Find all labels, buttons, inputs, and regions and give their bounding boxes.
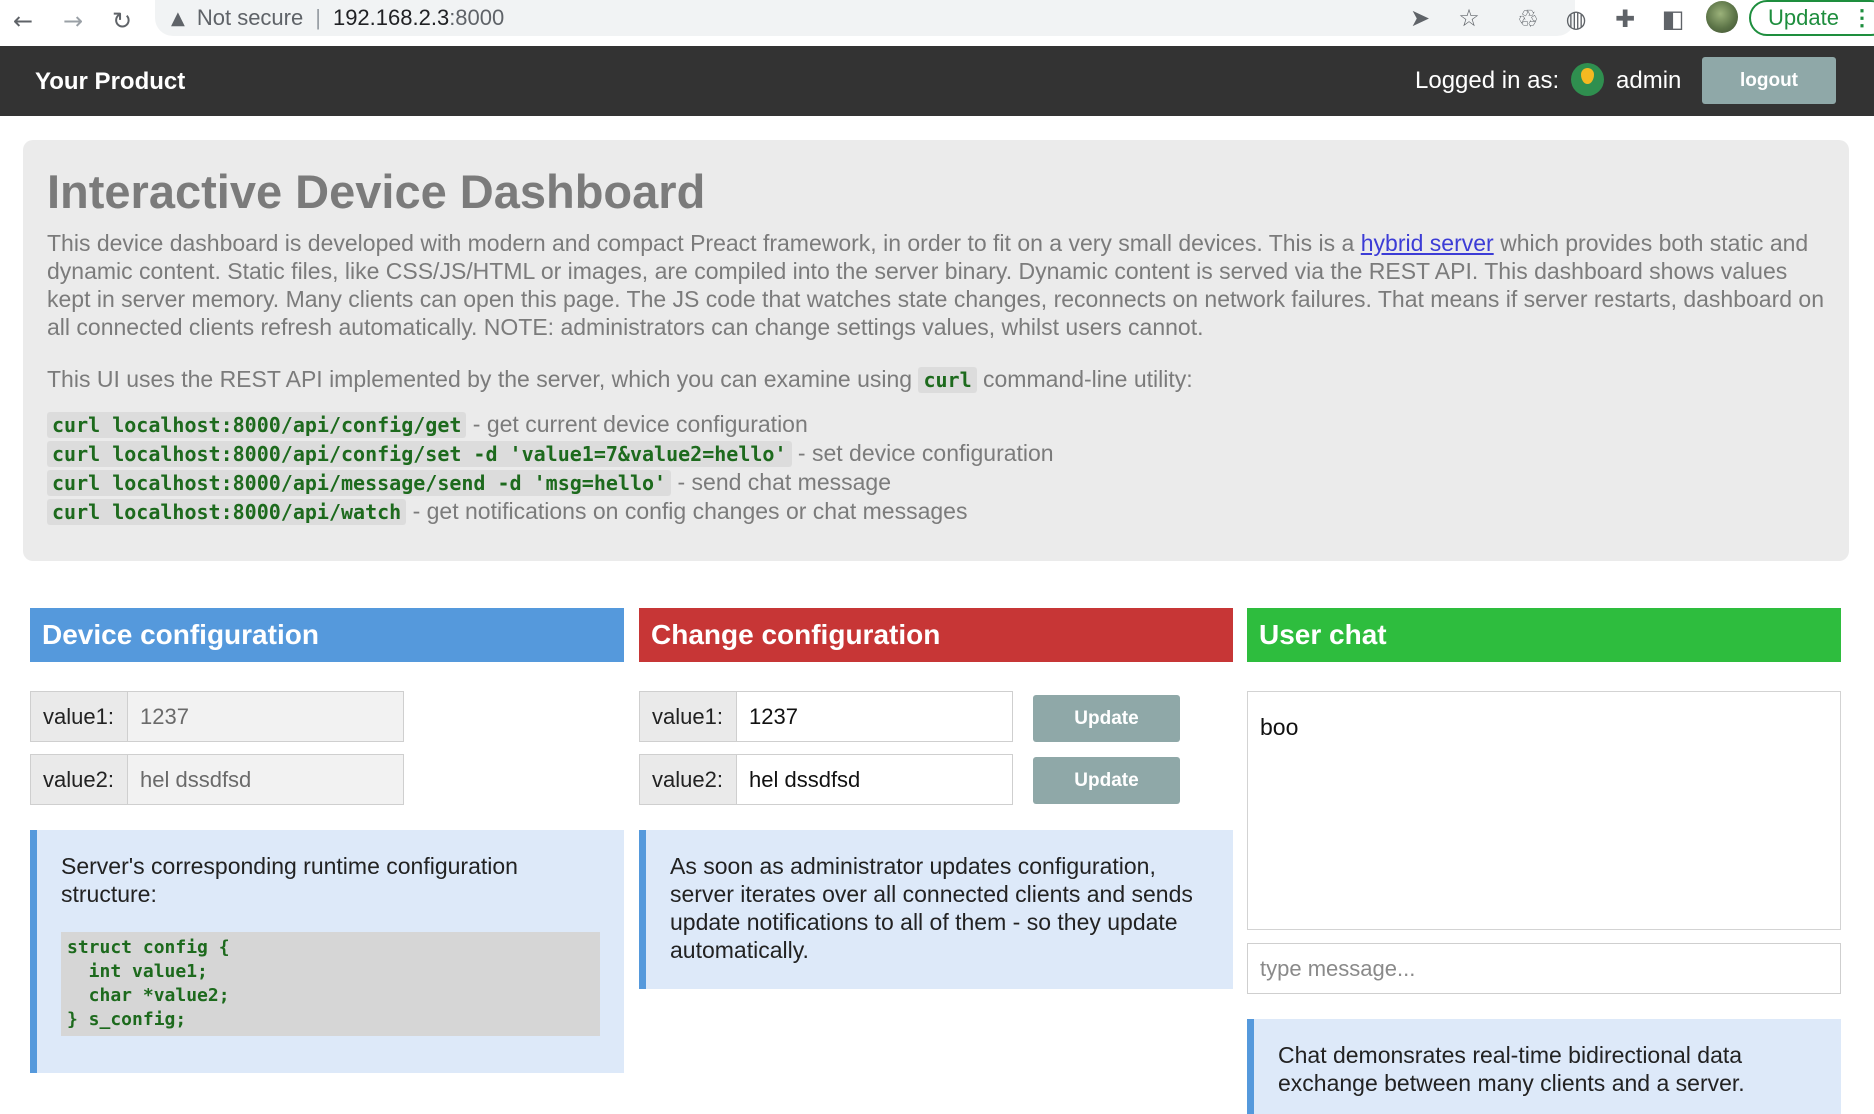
device-value2-label: value2: xyxy=(30,754,128,805)
address-bar[interactable]: ▲ Not secure | 192.168.2.3:8000 xyxy=(155,0,1575,36)
change-value2-input[interactable] xyxy=(737,754,1013,805)
change-value1-input[interactable] xyxy=(737,691,1013,742)
device-value2-row: value2: hel dssdfsd xyxy=(30,754,404,805)
command-desc: - get current device configuration xyxy=(466,411,808,437)
device-value1-field: 1237 xyxy=(128,691,404,742)
chat-messages[interactable]: boo xyxy=(1247,691,1841,930)
change-config-title: Change configuration xyxy=(639,608,1233,662)
chat-note: Chat demonsrates real-time bidirectional… xyxy=(1247,1019,1841,1114)
intro-panel: Interactive Device Dashboard This device… xyxy=(23,140,1849,561)
url-host: 192.168.2.3 xyxy=(332,5,450,30)
curl-code: curl xyxy=(918,367,977,393)
chat-message-input[interactable] xyxy=(1247,943,1841,994)
extension-globe-icon[interactable]: ◍ xyxy=(1559,2,1593,36)
user-chat-title: User chat xyxy=(1247,608,1841,662)
url-port: :8000 xyxy=(449,5,505,30)
change-value2-label: value2: xyxy=(639,754,737,805)
menu-dots-icon: ⋮ xyxy=(1850,5,1873,30)
command-row: curl localhost:8000/api/watch - get noti… xyxy=(47,497,1825,526)
top-navbar: Your Product Logged in as: admin logout xyxy=(0,46,1874,116)
config-struct-code: struct config { int value1; char *value2… xyxy=(61,932,600,1036)
config-structure-note: Server's corresponding runtime configura… xyxy=(30,830,624,1073)
change-config-panel: Change configuration value1: Update valu… xyxy=(639,608,1233,989)
command-desc: - send chat message xyxy=(671,469,891,495)
back-arrow-icon[interactable]: ← xyxy=(6,4,40,38)
intro-text-start: This device dashboard is developed with … xyxy=(47,230,1361,256)
side-panel-icon[interactable]: ◧ xyxy=(1656,2,1690,36)
command-desc: - get notifications on config changes or… xyxy=(406,498,968,524)
update-value1-button[interactable]: Update xyxy=(1033,695,1180,742)
device-config-title: Device configuration xyxy=(30,608,624,662)
command-list: curl localhost:8000/api/config/get - get… xyxy=(47,410,1825,526)
update-value2-button[interactable]: Update xyxy=(1033,757,1180,804)
browser-update-button[interactable]: Update ⋮ xyxy=(1749,0,1874,36)
command-row: curl localhost:8000/api/message/send -d … xyxy=(47,468,1825,497)
brand-name[interactable]: Your Product xyxy=(35,68,185,96)
intro-paragraph: This device dashboard is developed with … xyxy=(47,229,1825,341)
rest-api-text-start: This UI uses the REST API implemented by… xyxy=(47,366,919,392)
logged-in-label: Logged in as: xyxy=(1415,67,1560,94)
rest-api-paragraph: This UI uses the REST API implemented by… xyxy=(47,365,1825,394)
command-row: curl localhost:8000/api/config/set -d 'v… xyxy=(47,439,1825,468)
change-value1-row: value1: xyxy=(639,691,1013,742)
config-structure-text: Server's corresponding runtime configura… xyxy=(61,853,518,907)
bookmark-star-icon[interactable]: ☆ xyxy=(1453,2,1485,34)
warning-icon: ▲ xyxy=(171,7,185,29)
command-code: curl localhost:8000/api/watch xyxy=(47,499,407,525)
device-config-panel: Device configuration value1: 1237 value2… xyxy=(30,608,624,1073)
hybrid-server-link[interactable]: hybrid server xyxy=(1361,230,1494,256)
change-value1-label: value1: xyxy=(639,691,737,742)
device-value1-row: value1: 1237 xyxy=(30,691,404,742)
command-code: curl localhost:8000/api/config/get xyxy=(47,412,467,438)
device-value1-label: value1: xyxy=(30,691,128,742)
recycle-icon[interactable]: ♲ xyxy=(1511,2,1545,36)
puzzle-extensions-icon[interactable]: ✚ xyxy=(1608,2,1642,36)
user-avatar-icon xyxy=(1571,63,1604,96)
command-desc: - set device configuration xyxy=(791,440,1054,466)
username: admin xyxy=(1616,67,1682,94)
command-code: curl localhost:8000/api/config/set -d 'v… xyxy=(47,441,792,467)
command-row: curl localhost:8000/api/config/get - get… xyxy=(47,410,1825,439)
chat-message: boo xyxy=(1260,714,1299,740)
browser-toolbar: ← → ↻ ▲ Not secure | 192.168.2.3:8000 ➤ … xyxy=(0,0,1874,46)
logout-button[interactable]: logout xyxy=(1702,57,1836,104)
user-chat-panel: User chat boo Chat demonsrates real-time… xyxy=(1247,608,1841,1114)
security-label: Not secure xyxy=(196,5,304,30)
profile-avatar-icon[interactable] xyxy=(1706,1,1738,33)
change-value2-row: value2: xyxy=(639,754,1013,805)
chat-note-text: Chat demonsrates real-time bidirectional… xyxy=(1278,1042,1745,1096)
reload-icon[interactable]: ↻ xyxy=(105,4,139,38)
command-code: curl localhost:8000/api/message/send -d … xyxy=(47,470,672,496)
change-config-note: As soon as administrator updates configu… xyxy=(639,830,1233,989)
browser-update-label: Update xyxy=(1768,5,1839,30)
page-title: Interactive Device Dashboard xyxy=(47,165,706,218)
change-config-note-text: As soon as administrator updates configu… xyxy=(670,853,1193,963)
device-value2-field: hel dssdfsd xyxy=(128,754,404,805)
address-separator: | xyxy=(315,5,321,30)
rest-api-text-end: command-line utility: xyxy=(976,366,1193,392)
send-tab-icon[interactable]: ➤ xyxy=(1404,2,1436,34)
forward-arrow-icon[interactable]: → xyxy=(56,4,90,38)
